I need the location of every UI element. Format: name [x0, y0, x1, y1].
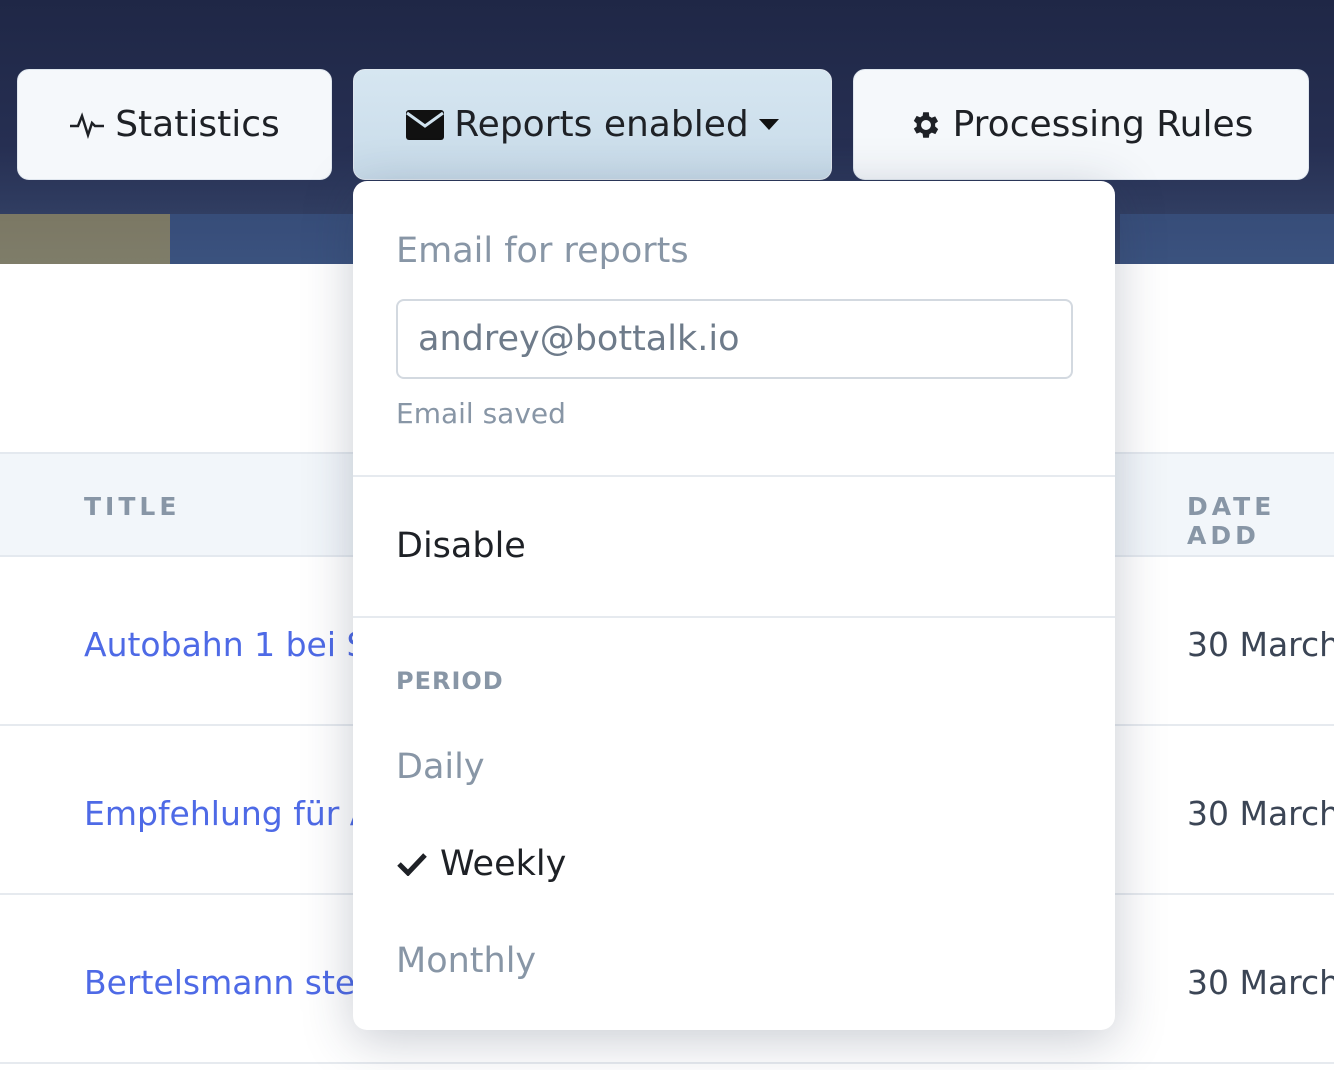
- column-header-title: TITLE: [84, 492, 181, 521]
- caret-down-icon: [758, 118, 779, 130]
- banner-decoration: [170, 214, 360, 264]
- disable-reports-item[interactable]: Disable: [396, 526, 526, 566]
- activity-icon: [70, 111, 105, 139]
- email-label: Email for reports: [396, 231, 689, 271]
- period-daily-item[interactable]: Daily: [396, 747, 485, 787]
- article-title-link[interactable]: Empfehlung für A: [84, 794, 372, 833]
- period-weekly-item[interactable]: Weekly: [396, 844, 566, 884]
- processing-rules-button[interactable]: Processing Rules: [853, 69, 1309, 180]
- email-status: Email saved: [396, 397, 566, 430]
- article-title-link[interactable]: Autobahn 1 bei S: [84, 625, 367, 664]
- email-input[interactable]: [396, 299, 1073, 379]
- envelope-icon: [406, 109, 445, 140]
- reports-dropdown-button[interactable]: Reports enabled: [353, 69, 832, 180]
- period-weekly-label: Weekly: [440, 844, 567, 884]
- banner-decoration: [1120, 214, 1334, 264]
- date-added: 30 March: [1187, 794, 1334, 833]
- statistics-label: Statistics: [115, 104, 280, 145]
- divider: [353, 475, 1115, 477]
- reports-dropdown-menu: Email for reports Email saved Disable PE…: [353, 181, 1115, 1030]
- divider: [353, 616, 1115, 618]
- processing-rules-label: Processing Rules: [952, 104, 1254, 145]
- statistics-button[interactable]: Statistics: [17, 69, 332, 180]
- date-added: 30 March: [1187, 625, 1334, 664]
- banner-decoration: [0, 214, 170, 264]
- date-added: 30 March: [1187, 963, 1334, 1002]
- article-title-link[interactable]: Bertelsmann steig: [84, 963, 385, 1002]
- gear-icon: [913, 111, 938, 138]
- column-header-date-added: DATE ADD: [1187, 492, 1276, 550]
- reports-label: Reports enabled: [454, 104, 749, 145]
- period-monthly-item[interactable]: Monthly: [396, 941, 536, 981]
- period-header: PERIOD: [396, 667, 504, 695]
- check-icon: [397, 853, 427, 876]
